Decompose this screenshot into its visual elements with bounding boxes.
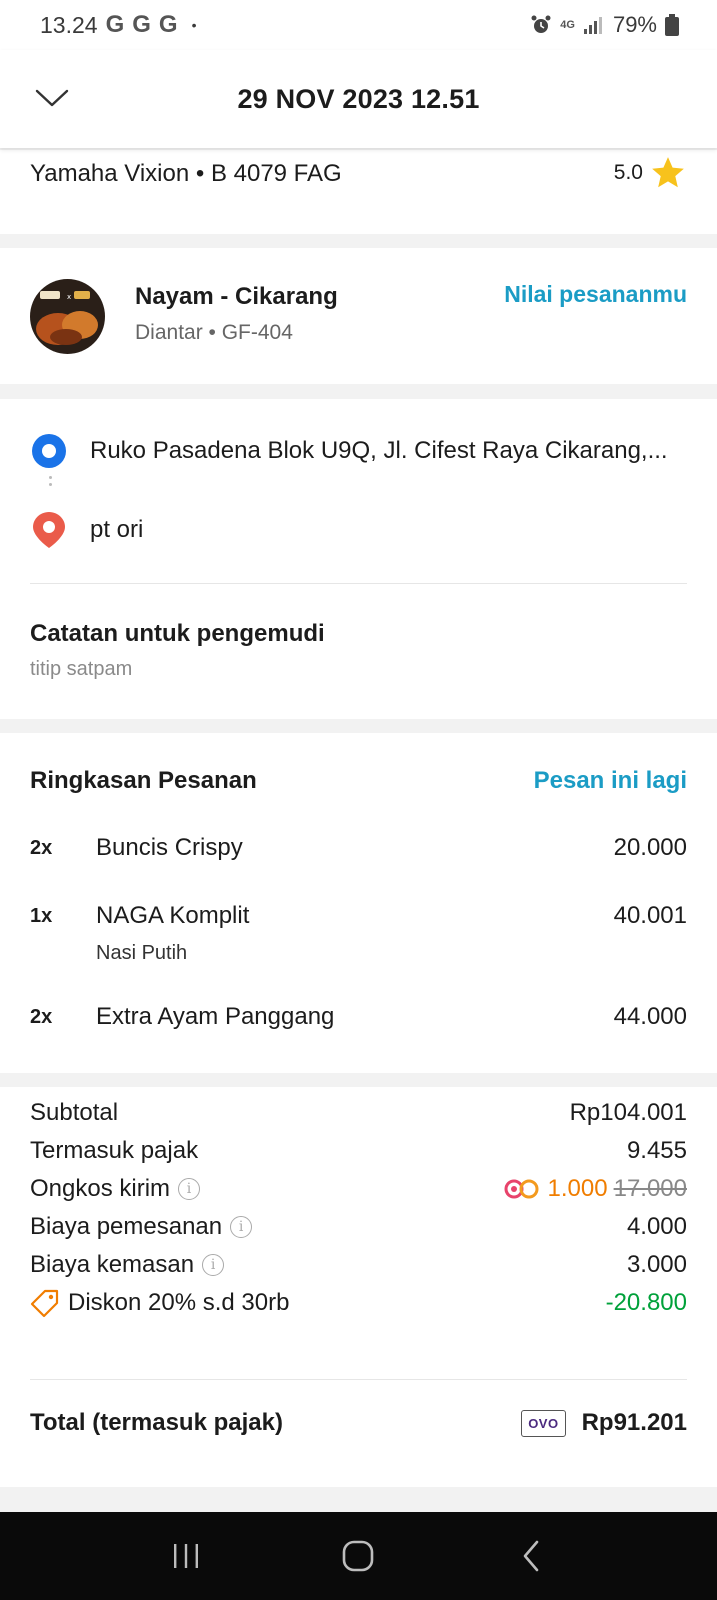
rate-order-link[interactable]: Nilai pesananmu xyxy=(504,281,687,308)
pickup-row: Ruko Pasadena Blok U9Q, Jl. Cifest Raya … xyxy=(30,432,668,470)
subscription-badge-icon xyxy=(504,1179,539,1199)
total-row: Total (termasuk pajak) OVO Rp91.201 xyxy=(30,1409,687,1437)
pickup-location-icon xyxy=(32,434,66,468)
star-icon xyxy=(652,157,684,188)
order-fee-row: Biaya pemesanan i 4.000 xyxy=(30,1211,687,1243)
subtotal-label: Subtotal xyxy=(30,1099,119,1126)
rating-value: 5.0 xyxy=(613,161,643,184)
info-icon[interactable]: i xyxy=(230,1216,253,1238)
home-icon xyxy=(343,1540,374,1572)
system-navigation-bar xyxy=(0,1512,717,1600)
delivery-fee-discounted: 1.000 xyxy=(547,1175,608,1202)
dropoff-address: pt ori xyxy=(90,516,144,543)
alarm-icon xyxy=(531,15,551,33)
svg-text:x: x xyxy=(67,293,71,301)
tax-row: Termasuk pajak 9.455 xyxy=(30,1135,687,1167)
discount-label: Diskon 20% s.d 30rb xyxy=(68,1289,290,1316)
info-icon[interactable]: i xyxy=(202,1254,225,1276)
discount-row: Diskon 20% s.d 30rb -20.800 xyxy=(30,1287,687,1319)
total-label: Total (termasuk pajak) xyxy=(30,1409,283,1436)
restaurant-avatar: x xyxy=(30,278,105,354)
tax-value: 9.455 xyxy=(626,1137,687,1164)
subtotal-row: Subtotal Rp104.001 xyxy=(30,1097,687,1129)
google-notification-icon: G xyxy=(132,11,151,38)
reorder-link[interactable]: Pesan ini lagi xyxy=(534,767,687,795)
status-bar: 13.24 G G G • 4G 79% xyxy=(0,0,717,50)
ovo-payment-badge: OVO xyxy=(521,1409,566,1437)
tax-label: Termasuk pajak xyxy=(30,1137,199,1164)
item-quantity: 1x xyxy=(30,905,53,927)
driver-note-text: titip satpam xyxy=(30,658,133,680)
item-name: NAGA Komplit xyxy=(96,902,250,929)
vehicle-card: Yamaha Vixion • B 4079 FAG 5.0 xyxy=(0,150,717,234)
item-price: 20.000 xyxy=(613,834,687,861)
packaging-fee-value: 3.000 xyxy=(626,1251,687,1278)
route-connector xyxy=(49,476,53,496)
order-fee-label: Biaya pemesanan xyxy=(30,1213,223,1240)
order-item: 2x Extra Ayam Panggang 44.000 xyxy=(30,1003,687,1031)
divider xyxy=(30,583,687,584)
restaurant-name: Nayam - Cikarang xyxy=(135,283,338,310)
discount-tag-icon xyxy=(30,1289,59,1318)
item-note: Nasi Putih xyxy=(96,942,188,964)
driver-note-title: Catatan untuk pengemudi xyxy=(30,620,325,647)
pickup-address: Ruko Pasadena Blok U9Q, Jl. Cifest Raya … xyxy=(90,437,668,464)
delivery-fee-label: Ongkos kirim xyxy=(30,1175,171,1202)
payment-details-card: Subtotal Rp104.001 Termasuk pajak 9.455 … xyxy=(0,1087,717,1487)
map-pin-icon xyxy=(33,512,65,548)
order-summary-title: Ringkasan Pesanan xyxy=(30,767,257,794)
restaurant-card: x Nayam - Cikarang Diantar • GF-404 Nila… xyxy=(0,248,717,384)
clock: 13.24 xyxy=(40,11,98,38)
route-card: Ruko Pasadena Blok U9Q, Jl. Cifest Raya … xyxy=(0,399,717,719)
subtotal-value: Rp104.001 xyxy=(569,1099,687,1126)
back-button[interactable] xyxy=(511,1536,551,1576)
total-value: Rp91.201 xyxy=(581,1409,687,1436)
battery-icon xyxy=(665,14,679,36)
battery-percent: 79% xyxy=(612,12,657,37)
recent-apps-button[interactable] xyxy=(166,1536,206,1576)
packaging-fee-row: Biaya kemasan i 3.000 xyxy=(30,1249,687,1281)
order-item: 2x Buncis Crispy 20.000 xyxy=(30,834,687,862)
driver-rating: 5.0 xyxy=(614,154,687,192)
signal-icon xyxy=(583,17,602,34)
item-name: Buncis Crispy xyxy=(96,834,243,861)
chevron-down-icon[interactable] xyxy=(34,80,70,116)
order-fee-value: 4.000 xyxy=(626,1213,687,1240)
info-icon[interactable]: i xyxy=(178,1178,201,1200)
item-quantity: 2x xyxy=(30,837,53,859)
divider xyxy=(30,1379,687,1380)
delivery-fee-original: 17.000 xyxy=(613,1175,687,1202)
order-item: 1x NAGA Komplit Nasi Putih 40.001 xyxy=(30,902,687,965)
item-name: Extra Ayam Panggang xyxy=(96,1003,335,1030)
item-price: 44.000 xyxy=(613,1003,687,1030)
back-arrow-icon xyxy=(523,1540,539,1572)
google-notification-icon: G xyxy=(105,11,125,38)
vehicle-name: Yamaha Vixion • B 4079 FAG xyxy=(30,160,342,187)
order-status: Diantar • GF-404 xyxy=(135,321,293,344)
packaging-fee-label: Biaya kemasan xyxy=(30,1251,195,1278)
home-button[interactable] xyxy=(338,1536,378,1576)
network-type-label: 4G xyxy=(560,18,575,31)
page-title: 29 NOV 2023 12.51 xyxy=(237,83,480,114)
more-notifications-dot: • xyxy=(191,17,197,33)
recent-apps-icon xyxy=(174,1544,199,1568)
google-notification-icon: G xyxy=(158,11,178,38)
app-header: 29 NOV 2023 12.51 xyxy=(0,50,717,148)
discount-value: -20.800 xyxy=(605,1289,687,1316)
delivery-fee-row: Ongkos kirim i 1.000 17.000 xyxy=(30,1173,687,1205)
order-summary-card: Ringkasan Pesanan Pesan ini lagi 2x Bunc… xyxy=(0,733,717,1073)
dropoff-row: pt ori xyxy=(30,510,143,550)
item-quantity: 2x xyxy=(30,1006,53,1028)
item-price: 40.001 xyxy=(613,902,687,929)
